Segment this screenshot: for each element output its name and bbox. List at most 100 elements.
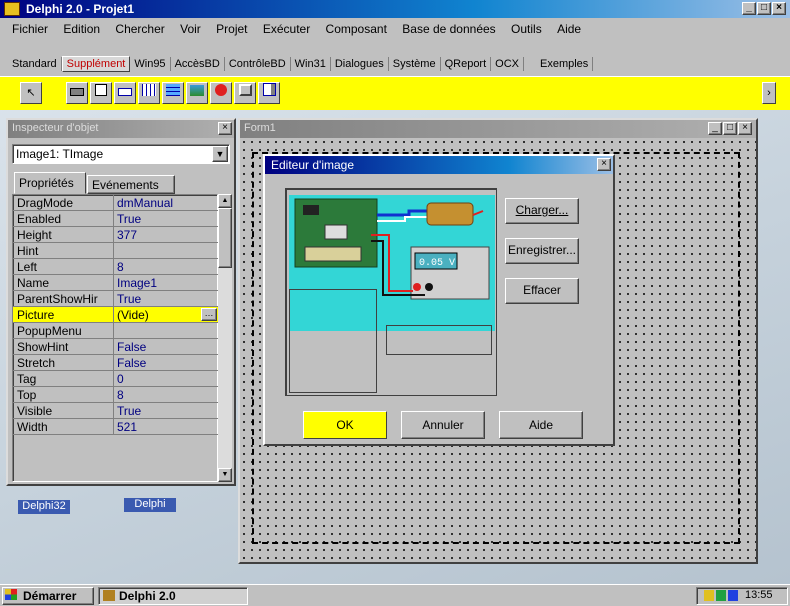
tab-ocx[interactable]: OCX bbox=[491, 57, 524, 71]
dialog-close-icon[interactable]: × bbox=[597, 158, 611, 171]
property-name: Tag bbox=[17, 372, 37, 386]
tab-properties[interactable]: Propriétés bbox=[14, 172, 86, 194]
property-row[interactable]: Tag 0 bbox=[13, 371, 219, 387]
ellipsis-button[interactable]: … bbox=[201, 308, 217, 321]
tab-systeme[interactable]: Système bbox=[389, 57, 441, 71]
ok-button[interactable]: OK bbox=[303, 411, 387, 439]
menu-voir[interactable]: Voir bbox=[180, 22, 201, 36]
tab-controlebd[interactable]: ContrôleBD bbox=[225, 57, 291, 71]
inspector-close-icon[interactable]: × bbox=[218, 122, 232, 135]
drawgrid-icon[interactable] bbox=[162, 82, 184, 104]
property-row[interactable]: Top 8 bbox=[13, 387, 219, 403]
property-value[interactable]: False bbox=[117, 340, 146, 354]
property-row[interactable]: ShowHint False bbox=[13, 339, 219, 355]
palette-scroll-right-icon[interactable]: › bbox=[762, 82, 776, 104]
chevron-down-icon[interactable]: ▼ bbox=[212, 146, 228, 162]
property-row[interactable]: Width 521 bbox=[13, 419, 219, 435]
property-value[interactable]: dmManual bbox=[117, 196, 173, 210]
property-row[interactable]: ParentShowHir True bbox=[13, 291, 219, 307]
property-name: Name bbox=[17, 276, 50, 290]
property-value[interactable]: False bbox=[117, 356, 146, 370]
desktop-icon-delphi32[interactable]: Delphi32 bbox=[18, 500, 70, 514]
property-value[interactable]: 8 bbox=[117, 388, 124, 402]
minimize-icon[interactable]: _ bbox=[742, 2, 756, 15]
property-scrollbar[interactable]: ▲ ▼ bbox=[218, 194, 232, 482]
property-row[interactable]: DragMode dmManual bbox=[13, 195, 219, 211]
form-minimize-icon[interactable]: _ bbox=[708, 122, 722, 135]
tab-events[interactable]: Evénements bbox=[87, 175, 175, 194]
property-row-selected[interactable]: Picture (Vide)… bbox=[13, 307, 219, 323]
taskbar-item-delphi[interactable]: Delphi 2.0 bbox=[98, 587, 248, 605]
scrollbox-icon[interactable] bbox=[258, 82, 280, 104]
close-icon[interactable]: × bbox=[772, 2, 786, 15]
speaker-icon[interactable] bbox=[704, 590, 714, 601]
maskedit-icon[interactable] bbox=[114, 82, 136, 104]
property-row[interactable]: Left 8 bbox=[13, 259, 219, 275]
scroll-up-icon[interactable]: ▲ bbox=[218, 194, 232, 208]
menu-fichier[interactable]: Fichier bbox=[12, 22, 48, 36]
property-row[interactable]: Stretch False bbox=[13, 355, 219, 371]
maximize-icon[interactable]: □ bbox=[757, 2, 771, 15]
menu-edition[interactable]: Edition bbox=[63, 22, 100, 36]
object-selector[interactable]: Image1: TImage bbox=[12, 144, 230, 164]
property-row[interactable]: Visible True bbox=[13, 403, 219, 419]
delphi-app-icon[interactable] bbox=[4, 2, 20, 16]
property-value[interactable]: 521 bbox=[117, 420, 137, 434]
bevel-icon[interactable] bbox=[234, 82, 256, 104]
monitor-icon[interactable] bbox=[728, 590, 738, 601]
property-value[interactable]: True bbox=[117, 212, 141, 226]
property-row[interactable]: Height 377 bbox=[13, 227, 219, 243]
clear-button[interactable]: Effacer bbox=[505, 278, 579, 304]
network-icon[interactable] bbox=[716, 590, 726, 601]
property-value[interactable]: Image1 bbox=[117, 276, 157, 290]
scroll-thumb[interactable] bbox=[218, 208, 232, 268]
menu-executer[interactable]: Exécuter bbox=[263, 22, 310, 36]
tab-win31[interactable]: Win31 bbox=[291, 57, 331, 71]
tab-exemples[interactable]: Exemples bbox=[536, 57, 594, 71]
app-title: Delphi 2.0 - Projet1 bbox=[26, 2, 135, 16]
bitbtn-icon[interactable] bbox=[66, 82, 88, 104]
scroll-down-icon[interactable]: ▼ bbox=[218, 468, 232, 482]
tab-accesbd[interactable]: AccèsBD bbox=[171, 57, 225, 71]
delphi-task-icon bbox=[103, 590, 115, 601]
property-value[interactable]: True bbox=[117, 292, 141, 306]
form-close-icon[interactable]: × bbox=[738, 122, 752, 135]
menu-outils[interactable]: Outils bbox=[511, 22, 542, 36]
property-name: Visible bbox=[17, 404, 53, 418]
component-palette-tabs: Standard Supplément Win95 AccèsBD ContrôleBD… bbox=[0, 42, 790, 76]
help-button[interactable]: Aide bbox=[499, 411, 583, 439]
clock[interactable]: 13:55 bbox=[745, 589, 773, 601]
property-value[interactable]: 0 bbox=[117, 372, 124, 386]
save-button[interactable]: Enregistrer... bbox=[505, 238, 579, 264]
load-button[interactable]: Charger... bbox=[505, 198, 579, 224]
form-maximize-icon[interactable]: □ bbox=[723, 122, 737, 135]
property-name: Stretch bbox=[17, 356, 56, 370]
property-row[interactable]: PopupMenu bbox=[13, 323, 219, 339]
image-editor-dialog: Editeur d'image × 0.05 V Charger... Enre… bbox=[263, 154, 615, 446]
tab-supplement[interactable]: Supplément bbox=[61, 56, 131, 72]
property-value[interactable]: 377 bbox=[117, 228, 137, 242]
property-value[interactable]: True bbox=[117, 404, 141, 418]
menu-composant[interactable]: Composant bbox=[326, 22, 387, 36]
tab-standard[interactable]: Standard bbox=[8, 57, 62, 71]
tab-qreport[interactable]: QReport bbox=[441, 57, 492, 71]
menu-base-de-donnees[interactable]: Base de données bbox=[402, 22, 495, 36]
property-row[interactable]: Name Image1 bbox=[13, 275, 219, 291]
menu-chercher[interactable]: Chercher bbox=[115, 22, 164, 36]
desktop-icon-delphi[interactable]: Delphi bbox=[124, 498, 176, 512]
property-row[interactable]: Hint bbox=[13, 243, 219, 259]
shape-icon[interactable] bbox=[210, 82, 232, 104]
cancel-button[interactable]: Annuler bbox=[401, 411, 485, 439]
taskbar: Démarrer Delphi 2.0 13:55 bbox=[0, 584, 790, 606]
image-icon[interactable] bbox=[186, 82, 208, 104]
pointer-icon[interactable]: ↖ bbox=[20, 82, 42, 104]
tab-dialogues[interactable]: Dialogues bbox=[331, 57, 389, 71]
property-value[interactable]: 8 bbox=[117, 260, 124, 274]
menu-projet[interactable]: Projet bbox=[216, 22, 247, 36]
menu-aide[interactable]: Aide bbox=[557, 22, 581, 36]
stringgrid-icon[interactable] bbox=[138, 82, 160, 104]
speedbutton-icon[interactable] bbox=[90, 82, 112, 104]
tab-win95[interactable]: Win95 bbox=[130, 57, 171, 71]
property-row[interactable]: Enabled True bbox=[13, 211, 219, 227]
property-value[interactable]: (Vide) bbox=[117, 308, 149, 322]
